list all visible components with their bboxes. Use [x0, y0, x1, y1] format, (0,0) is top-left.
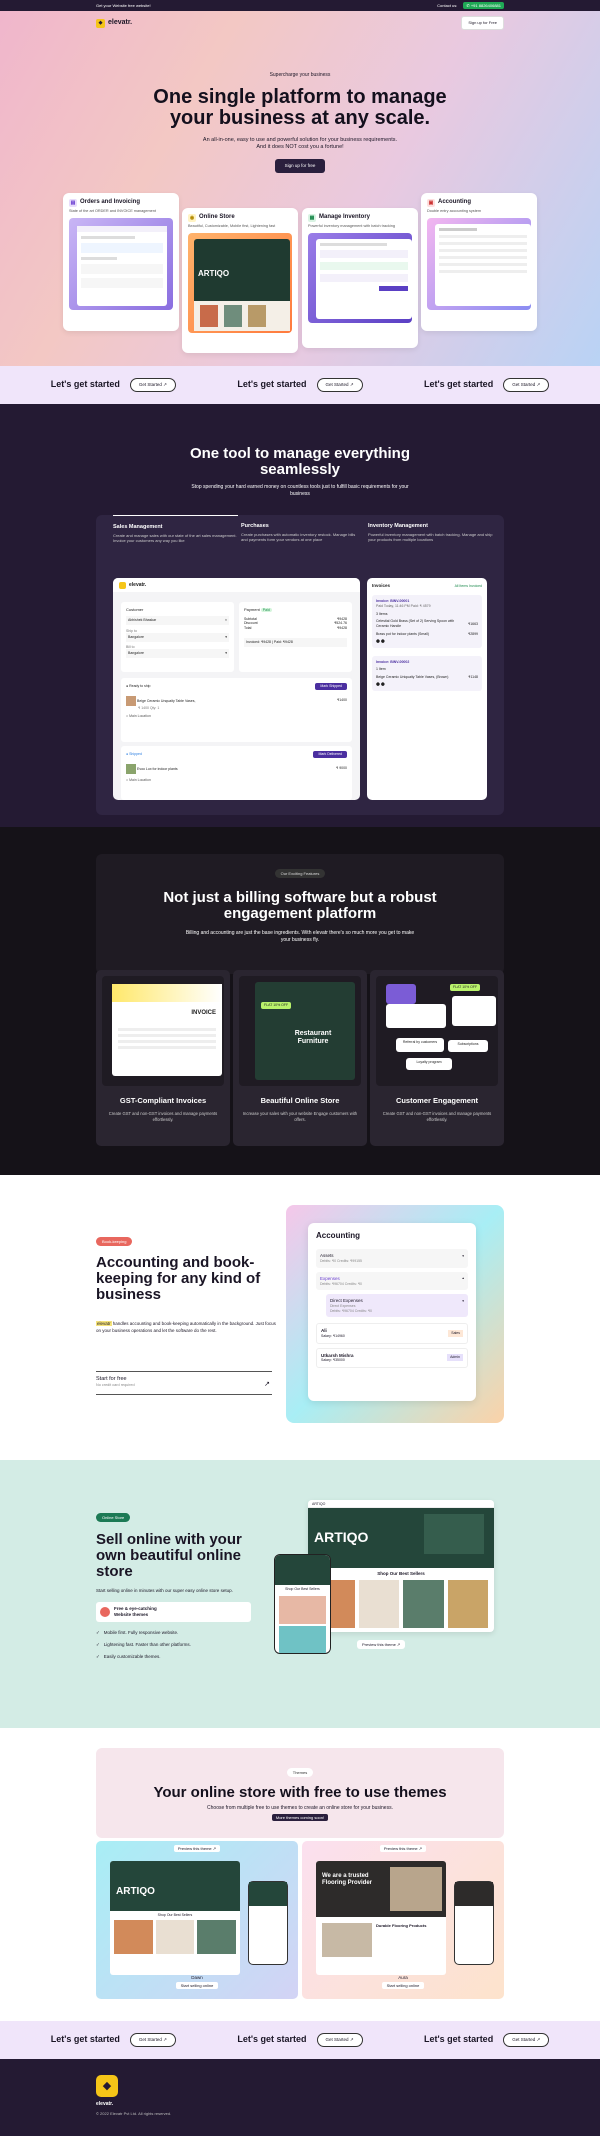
bookkeeping-badge: Book-keeping	[96, 1237, 133, 1247]
desktop-store-preview: ARTIQO ARTIQO Shop Our Best Sellers	[308, 1500, 494, 1632]
check-icon: ✓	[96, 1653, 100, 1659]
footer-brand: elevatr.	[96, 2101, 114, 2107]
hero-subtitle: An all-in-one, easy to use and powerful …	[202, 136, 398, 150]
invoices-preview: Invoices All Items Invoiced Invoice: BINV…	[367, 578, 487, 800]
logo-mark-icon	[119, 581, 126, 589]
navbar: ◆ elevatr. Sign up for Free	[0, 11, 600, 35]
feature-customer-engagement: FLAT 10% OFF Referral by customers Subsc…	[370, 970, 504, 1146]
footer: ◆ elevatr. © 2022 Elevatr Pvt Ltd. All r…	[0, 2059, 600, 2136]
store-title: Sell online with your own beautiful onli…	[96, 1531, 242, 1580]
inventory-icon: ▦	[308, 214, 316, 222]
themes-title: Your online store with free to use theme…	[153, 1784, 447, 1802]
feature-online-store: FLAT 10% OFF Restaurant Furniture Beauti…	[233, 970, 367, 1146]
tab-purchases[interactable]: Purchases Create purchases with automati…	[241, 515, 361, 543]
hero-section: ◆ elevatr. Sign up for Free Supercharge y…	[0, 11, 600, 366]
footer-copyright: © 2022 Elevatr Pvt Ltd. All rights reser…	[96, 2111, 172, 2116]
engage-subtitle: Billing and accounting are just the base…	[185, 930, 415, 944]
topbar-promo: Get your Website free website!	[96, 2, 151, 8]
theme-card-aura[interactable]: Preview this theme ↗ We are a trusted Fl…	[302, 1841, 504, 1999]
signup-button[interactable]: Sign up for Free	[461, 16, 504, 30]
mark-shipped-button[interactable]: Mark Shipped	[315, 683, 347, 690]
preview-dawn-button[interactable]: Preview this theme ↗	[173, 1845, 221, 1852]
check-icon: ✓	[96, 1641, 100, 1647]
chevron-down-icon[interactable]: ▾	[225, 651, 227, 656]
get-started-button[interactable]: Get Started ↗	[503, 378, 550, 392]
engagement-section: Our Exciting Features Not just a billing…	[0, 827, 600, 1175]
more-themes-note: More themes coming soon!	[271, 1813, 329, 1821]
get-started-button[interactable]: Get Started ↗	[316, 2033, 363, 2047]
start-free-link[interactable]: Start for free No credit card required ↗	[96, 1371, 272, 1395]
hero-cta-button[interactable]: Sign up for free	[274, 158, 326, 173]
tab-inventory[interactable]: Inventory Management Powerful inventory …	[368, 515, 493, 543]
accounting-section: Book-keeping Accounting and book-keeping…	[0, 1175, 600, 1460]
tab-sales[interactable]: Sales Management Create and manage sales…	[113, 515, 238, 544]
one-tool-section: One tool to manage everything seamlessly…	[0, 404, 600, 827]
accounting-title: Accounting and book-keeping for any kind…	[96, 1254, 261, 1303]
feature-card-orders[interactable]: ▤ Orders and Invoicing State of the art O…	[63, 193, 179, 331]
hero-title: One single platform to manage your busin…	[153, 85, 447, 129]
top-bar: Get your Website free website! Contact u…	[0, 0, 600, 11]
close-icon[interactable]: ×	[225, 618, 227, 623]
get-started-button[interactable]: Get Started ↗	[129, 2033, 176, 2047]
get-started-button[interactable]: Get Started ↗	[129, 378, 176, 392]
logo-mark-icon: ◆	[96, 18, 105, 28]
feature-gst-invoices: INVOICE GST-Compliant Invoices Create GS…	[96, 970, 230, 1146]
themes-section: Themes Your online store with free to us…	[0, 1728, 600, 2021]
mark-delivered-button[interactable]: Mark Delivered	[313, 751, 347, 758]
accounting-desc: elevatr handles accounting and book-keep…	[96, 1321, 276, 1333]
arrow-icon: ↗	[264, 1381, 270, 1388]
accounting-icon: ▣	[427, 199, 435, 207]
store-desc: Start selling online in minutes with our…	[96, 1588, 233, 1593]
tool-panel: Sales Management Create and manage sales…	[96, 515, 504, 815]
mobile-store-preview: Shop Our Best Sellers	[274, 1554, 331, 1654]
theme-card-dawn[interactable]: Preview this theme ↗ ARTIQO Shop Our Bes…	[96, 1841, 298, 1999]
brand-logo[interactable]: ◆ elevatr.	[96, 18, 132, 28]
feature-card-inventory[interactable]: ▦ Manage Inventory Powerful inventory man…	[302, 208, 418, 348]
store-icon: ◉	[188, 214, 196, 222]
orders-screenshot	[69, 217, 173, 310]
get-started-strip-bottom: Let's get started Get Started ↗ Let's get…	[0, 2021, 600, 2059]
start-selling-dawn-button[interactable]: Start selling online	[175, 1982, 219, 1989]
store-screenshot: ARTIQO	[188, 232, 292, 333]
start-selling-aura-button[interactable]: Start selling online	[381, 1982, 425, 1989]
preview-theme-button[interactable]: Preview this theme ↗	[357, 1640, 406, 1650]
hero-eyebrow: Supercharge your business	[269, 72, 331, 78]
accounting-screenshot	[427, 217, 531, 310]
contact-label: Contact us:	[437, 2, 458, 8]
inventory-screenshot	[308, 232, 412, 323]
online-store-badge: Online Store	[96, 1513, 131, 1523]
invoice-icon: ▤	[69, 199, 77, 207]
themes-badge: Themes	[286, 1768, 314, 1778]
features-badge: Our Exciting Features	[274, 869, 326, 879]
tool-title: One tool to manage everything seamlessly	[189, 445, 411, 478]
engage-title: Not just a billing software but a robust…	[163, 889, 437, 923]
chevron-down-icon[interactable]: ▾	[225, 635, 227, 640]
footer-logo-icon[interactable]: ◆	[96, 2075, 118, 2097]
sales-app-preview: elevatr. Customer Abhishek Bhaskar × Ship…	[113, 578, 360, 800]
store-checklist: ✓ Mobile first. Fully responsive website.…	[96, 1630, 191, 1659]
feature-card-accounting[interactable]: ▣ Accounting Double entry accounting syst…	[421, 193, 537, 331]
get-started-strip: Let's get started Get Started ↗ Let's get…	[0, 366, 600, 404]
accounting-visual: Accounting Assets ▾ Debits: ₹0 Credits: ₹9…	[286, 1205, 504, 1423]
preview-aura-button[interactable]: Preview this theme ↗	[379, 1845, 427, 1852]
check-icon: ✓	[96, 1630, 100, 1635]
whatsapp-phone-link[interactable]: ✆ +91 8826406881	[463, 1, 504, 10]
themes-subtitle: Choose from multiple free to use themes …	[207, 1805, 393, 1812]
tool-subtitle: Stop spending your hard earned money on …	[191, 484, 409, 497]
badge-icon	[100, 1607, 110, 1617]
themes-promo: Free & eye-catching Website themes	[96, 1602, 251, 1622]
get-started-button[interactable]: Get Started ↗	[316, 378, 363, 392]
feature-card-online-store[interactable]: ◉ Online Store Beautiful, Customizable, M…	[182, 208, 298, 353]
online-store-section: Online Store Sell online with your own b…	[0, 1460, 600, 1728]
get-started-button[interactable]: Get Started ↗	[503, 2033, 550, 2047]
